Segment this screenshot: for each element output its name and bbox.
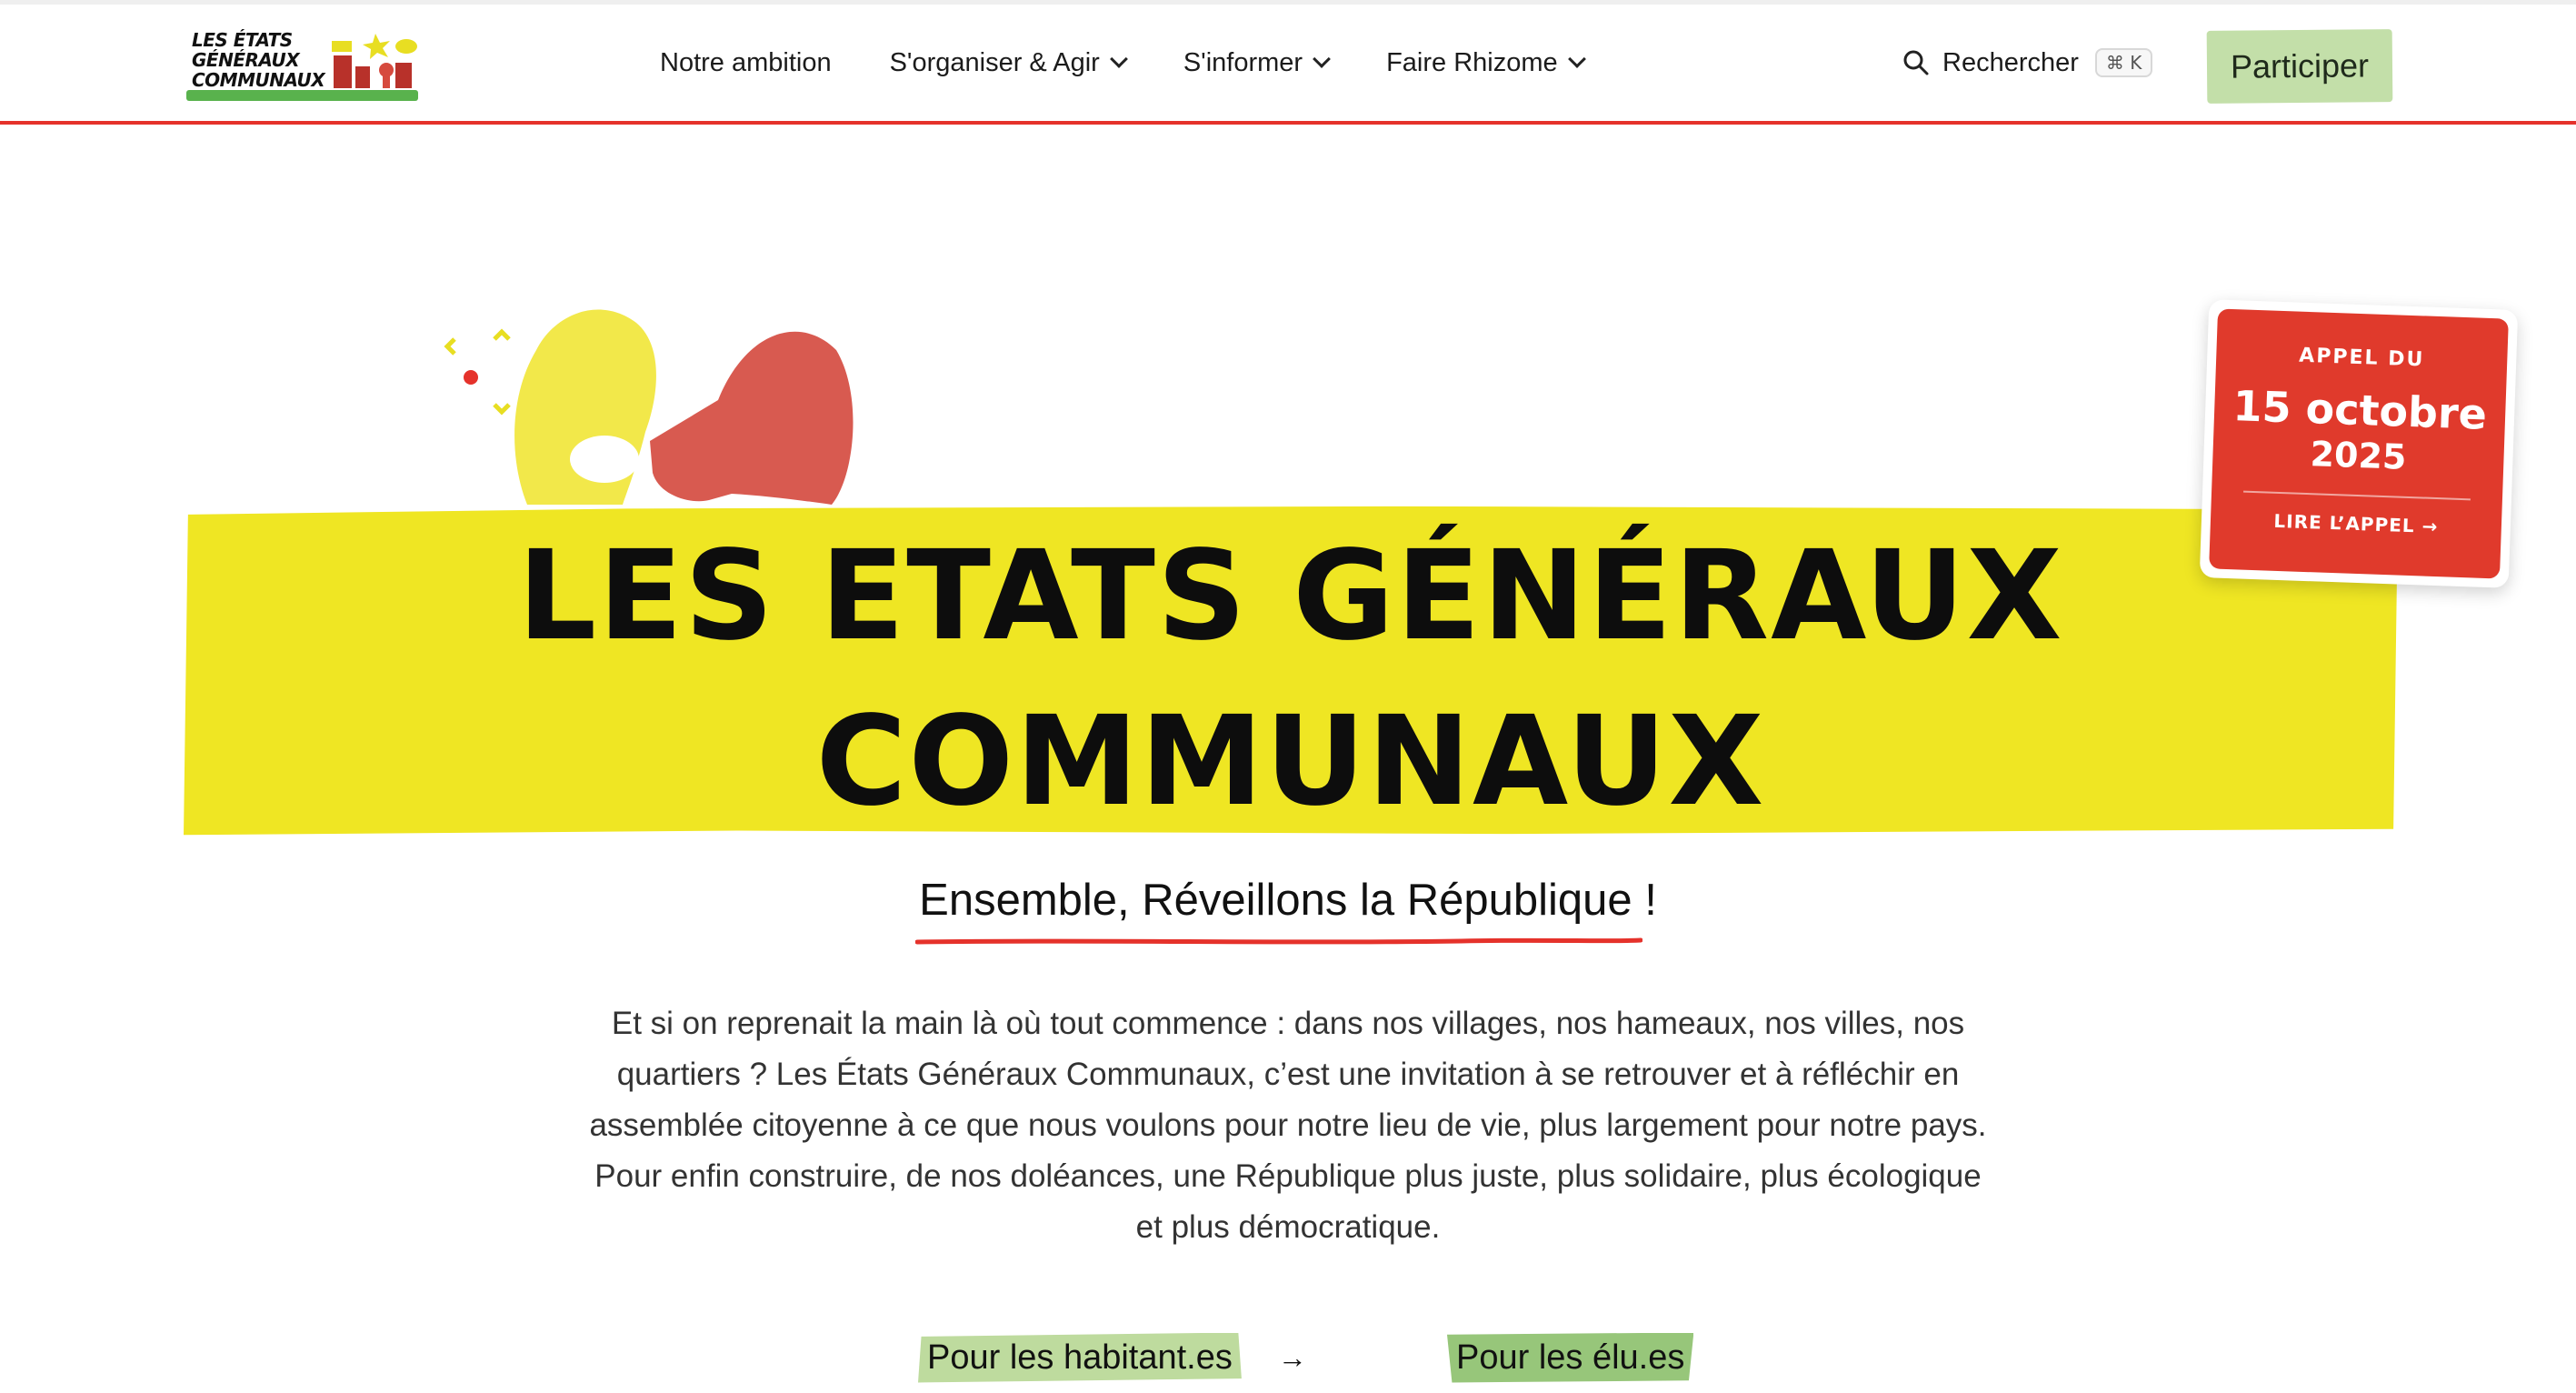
search-label: Rechercher (1942, 47, 2079, 77)
appel-divider (2243, 490, 2471, 501)
appel-card-body: APPEL DU 15 octobre 2025 LIRE L’APPEL → (2209, 308, 2509, 579)
logo-green-bar (186, 90, 418, 101)
hero-title: LES ETATS GÉNÉRAUX COMMUNAUX (184, 514, 2398, 845)
nav-label: Notre ambition (660, 47, 832, 77)
chevron-down-icon (1315, 53, 1328, 65)
logo-line-2: GÉNÉRAUX (192, 49, 300, 71)
search-button[interactable]: Rechercher ⌘ K (1902, 39, 2153, 86)
habitants-label: Pour les habitant.es (918, 1332, 1242, 1383)
megaphone-illustration (444, 309, 854, 505)
nav-label: Faire Rhizome (1386, 47, 1558, 77)
appel-kicker: APPEL DU (2298, 344, 2425, 372)
main-nav: Notre ambition S'organiser & Agir S'info… (660, 5, 1642, 121)
hero-subtitle: Ensemble, Réveillons la République ! (0, 875, 2576, 945)
hero-title-line-1: LES ETATS GÉNÉRAUX (517, 525, 2064, 668)
habitants-link[interactable]: Pour les habitant.es → (918, 1329, 1307, 1386)
participer-button[interactable]: Participer (2206, 29, 2393, 104)
search-shortcut-badge: ⌘ K (2094, 48, 2153, 77)
logo-wordmark: LES ÉTATS GÉNÉRAUX COMMUNAUX (192, 29, 325, 91)
logo-line-1: LES ÉTATS (192, 29, 293, 51)
elus-link[interactable]: Pour les élu.es (1447, 1329, 1694, 1386)
logo-village-icon (332, 34, 417, 88)
hero-subtitle-text: Ensemble, Réveillons la République ! (919, 876, 1657, 925)
arrow-right-icon: → (1277, 1340, 1307, 1374)
nav-label: S'informer (1183, 47, 1303, 77)
search-icon (1903, 50, 1929, 75)
nav-item-faire-rhizome[interactable]: Faire Rhizome (1386, 48, 1583, 78)
hero-intro-paragraph: Et si on reprenait la main là où tout co… (589, 1006, 1987, 1245)
focus-target-icon (444, 328, 511, 416)
appel-card[interactable]: APPEL DU 15 octobre 2025 LIRE L’APPEL → (2199, 299, 2519, 588)
elus-label: Pour les élu.es (1447, 1332, 1694, 1383)
nav-item-s-organiser-agir[interactable]: S'organiser & Agir (890, 48, 1125, 78)
appel-date: 15 octobre (2232, 381, 2488, 439)
logo-line-3: COMMUNAUX (192, 69, 325, 91)
site-logo[interactable]: LES ÉTATS GÉNÉRAUX COMMUNAUX (186, 25, 432, 106)
nav-item-notre-ambition[interactable]: Notre ambition (660, 48, 832, 78)
lire-appel-link[interactable]: LIRE L’APPEL → (2211, 507, 2502, 539)
subtitle-underline (915, 937, 1643, 945)
hero-title-line-2: COMMUNAUX (815, 690, 1766, 834)
chevron-down-icon (1113, 53, 1125, 65)
site-header: LES ÉTATS GÉNÉRAUX COMMUNAUX Notre ambit… (0, 5, 2576, 125)
nav-item-s-informer[interactable]: S'informer (1183, 48, 1328, 78)
chevron-down-icon (1571, 53, 1583, 65)
nav-label: S'organiser & Agir (889, 47, 1100, 77)
